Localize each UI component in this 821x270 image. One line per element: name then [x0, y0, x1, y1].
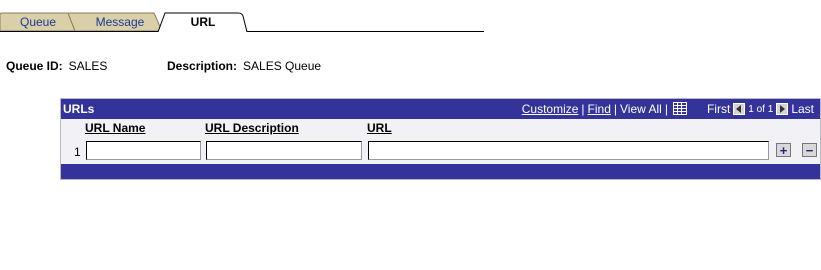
toolbar-separator: | — [581, 102, 585, 116]
download-grid-icon[interactable] — [672, 101, 687, 115]
queue-id-label: Queue ID: — [6, 59, 63, 73]
tab-queue-label: Queue — [19, 14, 57, 29]
grid-header-bar: URLs Customize | Find | View All | First — [61, 99, 820, 119]
first-label: First — [706, 102, 731, 116]
find-link[interactable]: Find — [588, 102, 611, 116]
last-label: Last — [791, 102, 814, 116]
column-header-url-name: URL Name — [85, 121, 146, 135]
tab-url[interactable]: URL — [158, 12, 248, 32]
toolbar-separator: | — [613, 102, 618, 116]
url-input[interactable] — [368, 141, 769, 160]
grid-footer-bar — [61, 164, 820, 179]
tab-message-label: Message — [95, 14, 145, 29]
view-all-link[interactable]: View All — [620, 102, 662, 116]
grid-toolbar: Customize | Find | View All | First 1 of… — [522, 99, 814, 119]
add-row-button[interactable]: + — [776, 143, 791, 157]
queue-id-field: Queue ID: SALES — [6, 59, 107, 73]
toolbar-separator: | — [664, 102, 668, 116]
urls-grid: URLs Customize | Find | View All | First — [60, 98, 821, 180]
arrow-left-icon — [736, 105, 742, 113]
row-position: 1 of 1 — [748, 103, 774, 115]
url-name-input[interactable] — [86, 141, 201, 160]
arrow-right-icon — [780, 105, 786, 113]
description-value: SALES Queue — [243, 59, 322, 73]
next-row-button[interactable] — [776, 103, 789, 115]
customize-link[interactable]: Customize — [522, 102, 579, 116]
description-field: Description: SALES Queue — [167, 59, 321, 73]
tab-url-label: URL — [190, 15, 216, 29]
description-label: Description: — [167, 59, 238, 73]
url-description-input[interactable] — [206, 141, 362, 160]
tab-message[interactable]: Message — [68, 12, 164, 31]
queue-id-value: SALES — [68, 59, 108, 73]
tab-strip: Queue Message URL — [0, 12, 484, 32]
tab-queue[interactable]: Queue — [0, 12, 76, 31]
column-header-url-description: URL Description — [205, 121, 299, 135]
previous-row-button[interactable] — [733, 103, 746, 115]
row-number: 1 — [74, 145, 81, 159]
column-header-url: URL — [367, 121, 392, 135]
grid-title: URLs — [63, 102, 95, 116]
delete-row-button[interactable]: − — [802, 143, 817, 157]
